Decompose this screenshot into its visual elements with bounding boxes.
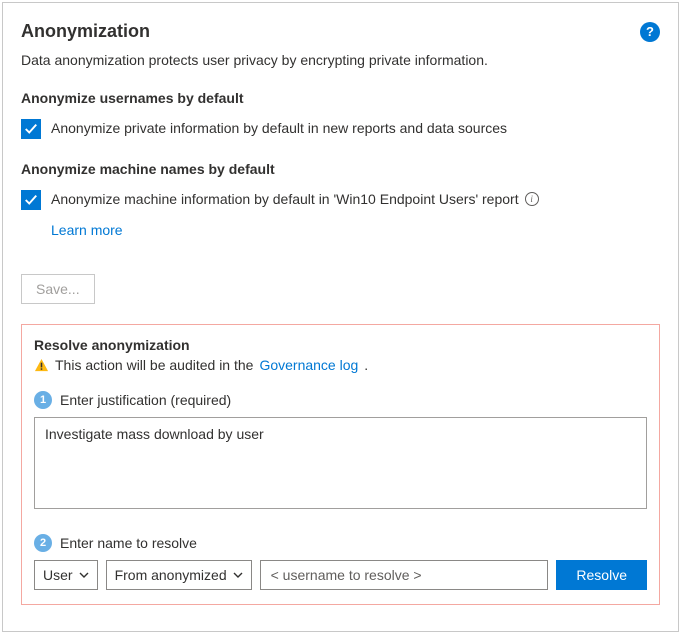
anonymize-machines-checkbox[interactable] <box>21 190 41 210</box>
direction-value: From anonymized <box>115 567 227 583</box>
step1-label: Enter justification (required) <box>60 392 231 408</box>
anonymize-usernames-checkbox[interactable] <box>21 119 41 139</box>
governance-log-link[interactable]: Governance log <box>259 357 358 373</box>
usernames-checkbox-label: Anonymize private information by default… <box>51 118 507 138</box>
machines-heading: Anonymize machine names by default <box>21 161 660 177</box>
step2-label: Enter name to resolve <box>60 535 197 551</box>
usernames-check-row: Anonymize private information by default… <box>21 118 660 139</box>
step2-badge: 2 <box>34 534 52 552</box>
resolve-title: Resolve anonymization <box>34 337 647 353</box>
machines-checkbox-label: Anonymize machine information by default… <box>51 189 539 209</box>
entity-type-value: User <box>43 567 73 583</box>
header: Anonymization ? <box>21 21 660 42</box>
warning-icon <box>34 358 49 373</box>
info-icon[interactable]: i <box>525 192 539 206</box>
audit-text-suffix: . <box>364 357 368 373</box>
save-button[interactable]: Save... <box>21 274 95 304</box>
resolve-panel: Resolve anonymization This action will b… <box>21 324 660 605</box>
chevron-down-icon <box>79 570 89 580</box>
anonymize-machines-section: Anonymize machine names by default Anony… <box>21 161 660 238</box>
help-icon[interactable]: ? <box>640 22 660 42</box>
chevron-down-icon <box>233 570 243 580</box>
audit-text-prefix: This action will be audited in the <box>55 357 253 373</box>
step1-row: 1 Enter justification (required) <box>34 391 647 409</box>
resolve-controls: User From anonymized Resolve <box>34 560 647 590</box>
direction-dropdown[interactable]: From anonymized <box>106 560 252 590</box>
anonymize-usernames-section: Anonymize usernames by default Anonymize… <box>21 90 660 139</box>
machines-checkbox-text: Anonymize machine information by default… <box>51 189 519 209</box>
justification-input[interactable] <box>34 417 647 509</box>
page-description: Data anonymization protects user privacy… <box>21 52 660 68</box>
resolve-name-input[interactable] <box>260 560 549 590</box>
step2-row: 2 Enter name to resolve <box>34 534 647 552</box>
machines-check-row: Anonymize machine information by default… <box>21 189 660 210</box>
entity-type-dropdown[interactable]: User <box>34 560 98 590</box>
learn-more-link[interactable]: Learn more <box>51 222 123 238</box>
page-title: Anonymization <box>21 21 150 42</box>
anonymization-page: Anonymization ? Data anonymization prote… <box>2 2 679 632</box>
audit-notice: This action will be audited in the Gover… <box>34 357 647 373</box>
usernames-heading: Anonymize usernames by default <box>21 90 660 106</box>
resolve-button[interactable]: Resolve <box>556 560 647 590</box>
step1-badge: 1 <box>34 391 52 409</box>
